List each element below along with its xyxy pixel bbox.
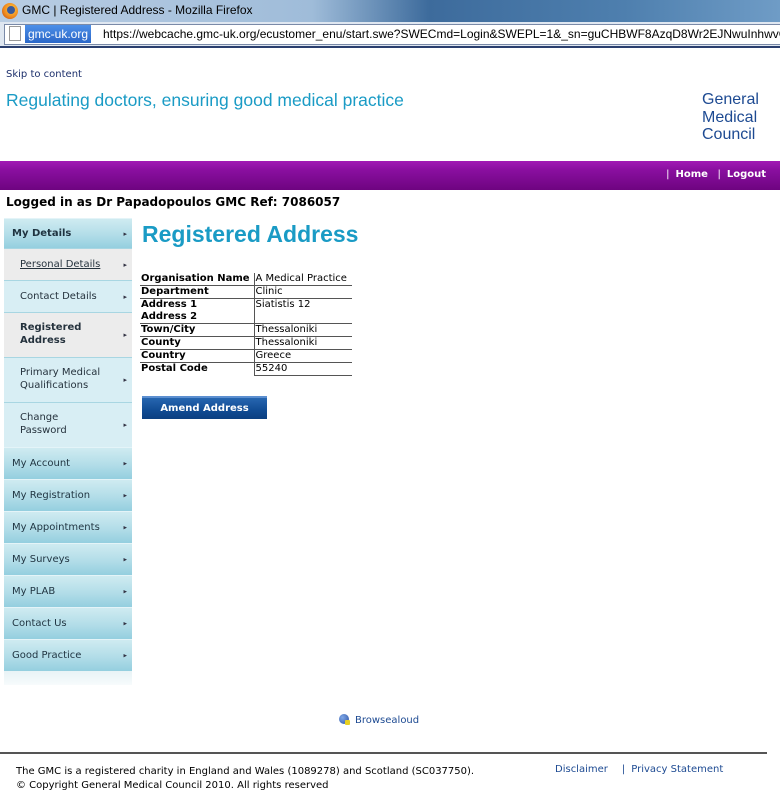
disclaimer-link[interactable]: Disclaimer [555, 764, 608, 775]
chevron-right-icon: ▸ [123, 229, 127, 238]
privacy-statement-link[interactable]: Privacy Statement [631, 764, 723, 775]
sidebar-item-label: My Account [12, 458, 71, 469]
firefox-icon [2, 3, 18, 19]
sidebar-item-label: My Details [12, 228, 72, 239]
table-row: Address 1 Address 2 Siatistis 12 [140, 298, 352, 324]
sidebar-subitem-primary-medical-qualifications[interactable]: Primary Medical Qualifications ▸ [4, 357, 132, 402]
url-text[interactable]: https://webcache.gmc-uk.org/ecustomer_en… [103, 27, 780, 41]
field-value: Clinic [254, 285, 352, 299]
field-label: Town/City [140, 323, 255, 337]
nav-separator: | [666, 169, 670, 180]
sidebar-item-label: My Appointments [12, 522, 100, 533]
sidebar-item-label: Contact Us [12, 618, 67, 629]
chevron-right-icon: ▸ [123, 459, 127, 467]
sidebar-item-my-appointments[interactable]: My Appointments ▸ [4, 511, 132, 543]
table-row: County Thessaloniki [140, 336, 352, 350]
sidebar-item-label: My Registration [12, 490, 91, 501]
sidebar-item-label: Good Practice [12, 650, 82, 661]
table-row: Organisation Name A Medical Practice [140, 273, 352, 286]
chevron-right-icon: ▸ [123, 491, 127, 499]
skip-to-content-link[interactable]: Skip to content [6, 69, 82, 80]
address1-value: Siatistis 12 [255, 299, 311, 310]
field-label: Postal Code [140, 362, 255, 376]
top-navigation-bar: | Home | Logout [0, 161, 780, 190]
amend-address-button[interactable]: Amend Address [142, 396, 267, 419]
chevron-right-icon: ▸ [123, 420, 127, 429]
table-row: Postal Code 55240 [140, 362, 352, 376]
sidebar-subitem-registered-address[interactable]: Registered Address ▸ [4, 312, 132, 357]
chevron-right-icon: ▸ [123, 375, 127, 384]
nav-logout-link[interactable]: Logout [727, 169, 766, 180]
nav-separator: | [717, 169, 721, 180]
chevron-right-icon: ▸ [123, 587, 127, 595]
sidebar-item-label: Personal Details [20, 259, 101, 270]
sidebar-menu: My Details ▸ Personal Details ▸ Contact … [4, 218, 132, 685]
page-icon [9, 26, 21, 41]
sidebar-item-my-plab[interactable]: My PLAB ▸ [4, 575, 132, 607]
field-value: Greece [254, 349, 352, 363]
sidebar-subitem-change-password[interactable]: Change Password ▸ [4, 402, 132, 447]
charity-notice: The GMC is a registered charity in Engla… [16, 766, 475, 777]
field-label: Address 1 Address 2 [140, 298, 255, 324]
sidebar-item-label: Change Password [20, 412, 67, 436]
footer-text: The GMC is a registered charity in Engla… [16, 765, 474, 793]
sidebar-item-contact-us[interactable]: Contact Us ▸ [4, 607, 132, 639]
site-identity-button[interactable]: gmc-uk.org [25, 25, 92, 43]
field-value: 55240 [254, 362, 352, 376]
field-value: Thessaloniki [254, 323, 352, 337]
chevron-right-icon: ▸ [123, 651, 127, 659]
footer-divider [0, 752, 767, 754]
field-value: Siatistis 12 [254, 298, 352, 324]
chevron-right-icon: ▸ [123, 330, 127, 339]
field-value: A Medical Practice [254, 273, 352, 286]
field-value: Thessaloniki [254, 336, 352, 350]
logo-line: Medical [702, 108, 758, 126]
sidebar-item-my-surveys[interactable]: My Surveys ▸ [4, 543, 132, 575]
sidebar-item-label: Registered Address [20, 322, 82, 346]
browsealoud-link[interactable]: Browsealoud [339, 714, 419, 726]
sidebar-item-label: Contact Details [20, 291, 97, 302]
sidebar-item-my-details[interactable]: My Details ▸ [4, 218, 132, 248]
chevron-right-icon: ▸ [123, 260, 127, 269]
field-label: County [140, 336, 255, 350]
address2-label: Address 2 [141, 311, 198, 322]
sidebar-footer [4, 671, 132, 685]
chevron-right-icon: ▸ [123, 292, 127, 301]
table-row: Town/City Thessaloniki [140, 323, 352, 337]
sidebar-subitem-personal-details[interactable]: Personal Details ▸ [4, 248, 132, 280]
sidebar-item-label: My PLAB [12, 586, 56, 597]
window-title: GMC | Registered Address - Mozilla Firef… [22, 3, 253, 17]
copyright-notice: © Copyright General Medical Council 2010… [16, 780, 329, 791]
page-title: Registered Address [142, 221, 359, 247]
gmc-logo[interactable]: General Medical Council [702, 91, 759, 144]
site-tagline: Regulating doctors, ensuring good medica… [6, 90, 404, 110]
chevron-right-icon: ▸ [123, 523, 127, 531]
footer-links: Disclaimer | Privacy Statement [555, 764, 723, 775]
registered-address-table: Organisation Name A Medical Practice Dep… [140, 273, 352, 376]
browser-title-bar: GMC | Registered Address - Mozilla Firef… [0, 0, 780, 22]
logo-line: Council [702, 126, 756, 143]
logo-line: General [702, 91, 759, 108]
chevron-right-icon: ▸ [123, 555, 127, 563]
table-row: Country Greece [140, 349, 352, 363]
table-row: Department Clinic [140, 285, 352, 299]
browsealoud-label: Browsealoud [355, 715, 420, 726]
sidebar-item-label: Primary Medical Qualifications [20, 367, 101, 391]
field-label: Department [140, 285, 255, 299]
sidebar-item-my-registration[interactable]: My Registration ▸ [4, 479, 132, 511]
sidebar-subitem-contact-details[interactable]: Contact Details ▸ [4, 280, 132, 312]
field-label: Organisation Name [140, 273, 255, 286]
browsealoud-icon [339, 714, 350, 725]
field-label: Country [140, 349, 255, 363]
sidebar-item-my-account[interactable]: My Account ▸ [4, 447, 132, 479]
sidebar-item-good-practice[interactable]: Good Practice ▸ [4, 639, 132, 671]
footer-separator: | [621, 764, 626, 775]
address-bar: gmc-uk.org https://webcache.gmc-uk.org/e… [0, 22, 780, 48]
chevron-right-icon: ▸ [123, 619, 127, 627]
address1-label: Address 1 [141, 299, 198, 310]
sidebar-item-label: My Surveys [12, 554, 70, 565]
nav-home-link[interactable]: Home [676, 169, 708, 180]
logged-in-status: Logged in as Dr Papadopoulos GMC Ref: 70… [6, 195, 341, 209]
